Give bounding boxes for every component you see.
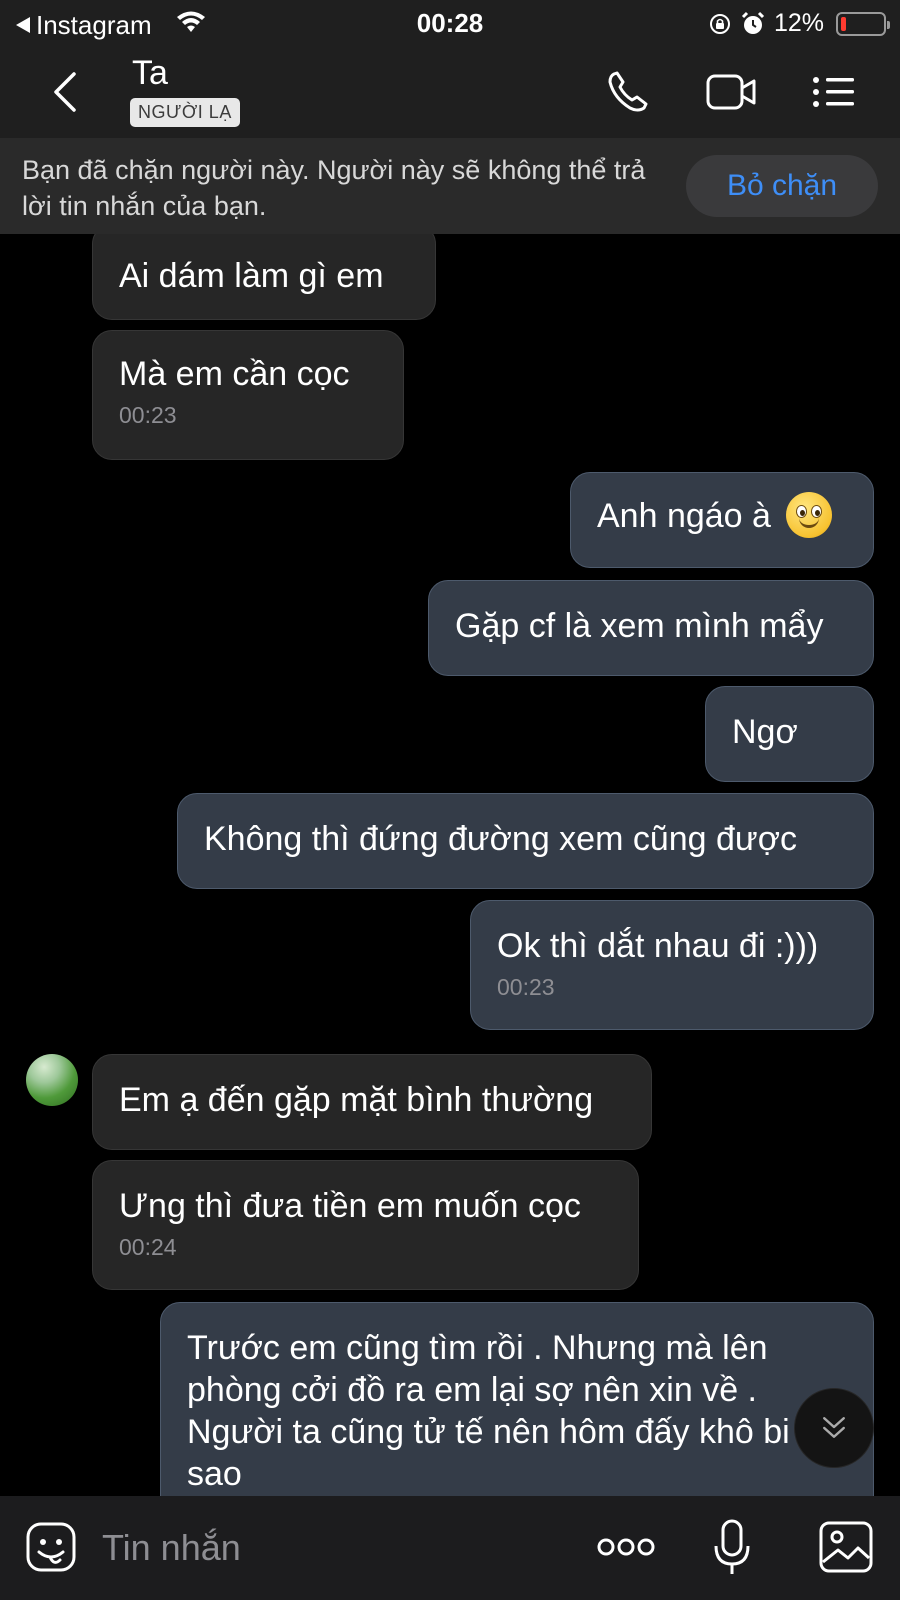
- back-chevron-icon[interactable]: [46, 68, 86, 116]
- status-bar: Instagram 00:28 12%: [0, 0, 900, 46]
- video-camera-icon[interactable]: [706, 68, 758, 116]
- stranger-badge: NGƯỜI LẠ: [130, 98, 240, 127]
- contact-name[interactable]: Ta: [132, 54, 168, 93]
- message-bubble[interactable]: Anh ngáo à: [570, 472, 874, 568]
- battery-level: [841, 16, 846, 31]
- message-bubble[interactable]: Em ạ đến gặp mặt bình thường: [92, 1054, 652, 1150]
- message-text: Ai dám làm gì em: [119, 257, 384, 295]
- message-text: Không thì đứng đường xem cũng được: [204, 820, 797, 858]
- microphone-icon[interactable]: [712, 1518, 752, 1578]
- message-composer: [0, 1496, 900, 1600]
- message-text: Ok thì dắt nhau đi :))): [497, 927, 819, 965]
- message-bubble[interactable]: Ok thì dắt nhau đi :))) 00:23: [470, 900, 874, 1030]
- message-bubble[interactable]: Ngơ: [705, 686, 874, 782]
- message-text: Gặp cf là xem mình mẩy: [455, 607, 824, 645]
- message-time: 00:23: [119, 402, 177, 428]
- message-input[interactable]: [102, 1520, 562, 1576]
- message-text: Trước em cũng tìm rồi . Nhưng mà lên phò…: [187, 1329, 790, 1493]
- message-time: 00:23: [497, 974, 555, 1000]
- message-time: 00:24: [119, 1234, 177, 1260]
- scroll-to-bottom-button[interactable]: [794, 1388, 874, 1468]
- unblock-button[interactable]: Bỏ chặn: [686, 155, 878, 217]
- message-bubble[interactable]: Gặp cf là xem mình mẩy: [428, 580, 874, 676]
- smiling-face-emoji-icon: [786, 492, 833, 539]
- message-bubble[interactable]: Ai dám làm gì em: [92, 234, 436, 320]
- message-text: Anh ngáo à: [597, 492, 847, 539]
- message-bubble[interactable]: Không thì đứng đường xem cũng được: [177, 793, 874, 889]
- double-chevron-down-icon: [823, 1417, 845, 1438]
- message-text-content: Anh ngáo à: [597, 497, 771, 535]
- rotation-lock-icon: [709, 13, 730, 34]
- phone-icon[interactable]: [604, 68, 656, 116]
- alarm-icon: [741, 11, 765, 34]
- blocked-message: Bạn đã chặn người này. Người này sẽ khôn…: [22, 155, 646, 221]
- battery-icon: [836, 11, 890, 36]
- message-text: Ngơ: [732, 713, 798, 751]
- message-bubble[interactable]: Trước em cũng tìm rồi . Nhưng mà lên phò…: [160, 1302, 874, 1496]
- contact-avatar[interactable]: [26, 1054, 78, 1106]
- message-text: Mà em cần cọc: [119, 355, 350, 393]
- menu-list-icon[interactable]: [808, 68, 860, 116]
- message-text: Ưng thì đưa tiền em muốn cọc: [119, 1187, 581, 1225]
- message-bubble[interactable]: Mà em cần cọc 00:23: [92, 330, 404, 460]
- message-list[interactable]: Ai dám làm gì em Mà em cần cọc 00:23 Anh…: [0, 234, 900, 1496]
- message-text: Em ạ đến gặp mặt bình thường: [119, 1081, 594, 1119]
- more-icon[interactable]: [596, 1532, 656, 1562]
- status-indicators: 12%: [708, 9, 890, 38]
- chat-header: Ta NGƯỜI LẠ: [0, 46, 900, 138]
- sticker-icon[interactable]: [24, 1520, 78, 1574]
- blocked-banner: Bạn đã chặn người này. Người này sẽ khôn…: [0, 138, 900, 234]
- image-icon[interactable]: [818, 1520, 874, 1574]
- battery-percent: 12%: [773, 9, 824, 37]
- message-bubble[interactable]: Ưng thì đưa tiền em muốn cọc 00:24: [92, 1160, 639, 1290]
